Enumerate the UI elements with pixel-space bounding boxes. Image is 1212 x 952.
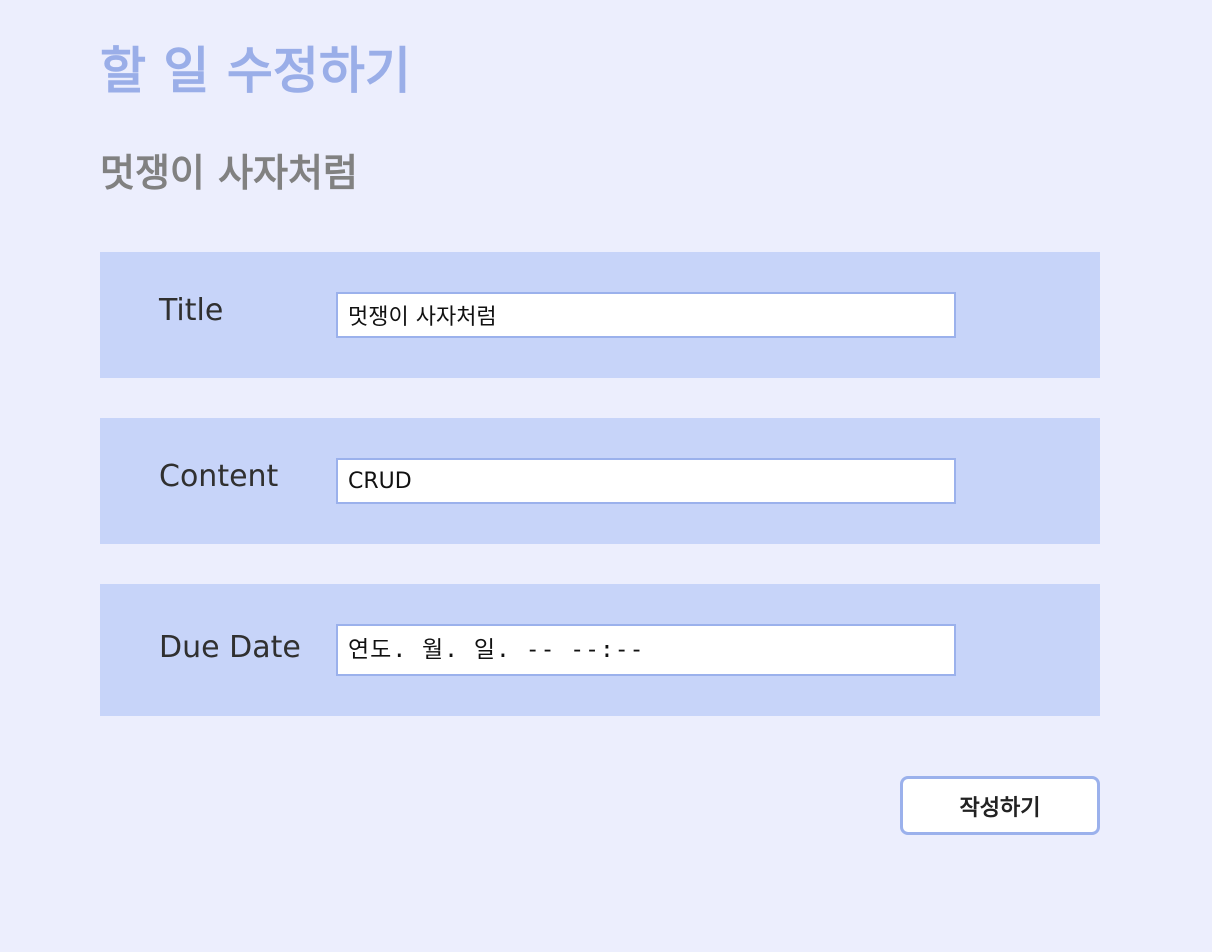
due-date-label: Due Date xyxy=(159,630,301,665)
title-label: Title xyxy=(159,293,224,328)
submit-button[interactable]: 작성하기 xyxy=(900,776,1100,835)
due-date-row: Due Date 연도. 월. 일. -- --:-- xyxy=(100,584,1100,716)
title-input[interactable] xyxy=(336,292,956,338)
due-date-input[interactable]: 연도. 월. 일. -- --:-- xyxy=(336,624,956,676)
content-input[interactable] xyxy=(336,458,956,504)
content-label: Content xyxy=(159,459,279,494)
page-title: 할 일 수정하기 xyxy=(100,42,411,100)
title-row: Title xyxy=(100,252,1100,378)
todo-heading: 멋쟁이 사자처럼 xyxy=(100,151,358,195)
content-row: Content xyxy=(100,418,1100,544)
